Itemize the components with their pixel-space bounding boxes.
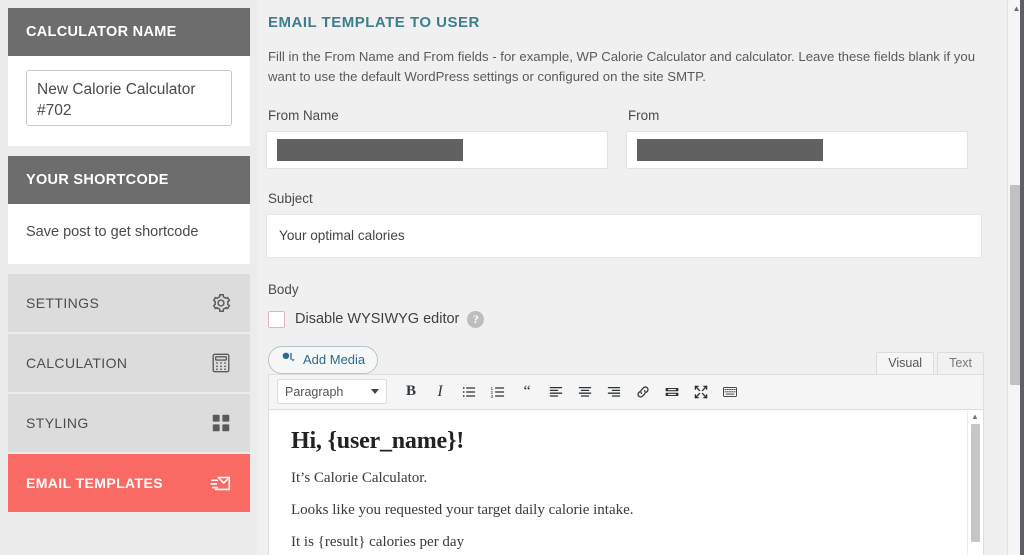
app-root: CALCULATOR NAME YOUR SHORTCODE Save post… [0, 0, 1024, 555]
editor-toolbar: Paragraph B I 1 2 3 “ [268, 373, 984, 410]
from-field-group: From [626, 108, 968, 169]
calculator-name-body [8, 56, 250, 146]
editor-scrollbar-thumb[interactable] [970, 423, 980, 542]
from-label: From [628, 107, 660, 123]
sidebar: CALCULATOR NAME YOUR SHORTCODE Save post… [0, 0, 258, 555]
subject-label: Subject [268, 190, 313, 206]
body-label: Body [268, 281, 299, 297]
sidebar-item-styling[interactable]: STYLING [8, 394, 250, 452]
editor-paragraph: It’s Calorie Calculator. [291, 469, 428, 486]
disable-wysiwyg-row: Disable WYSIWYG editor ? [268, 310, 998, 328]
editor-heading: Hi, {user_name}! [291, 427, 465, 454]
envelope-icon [210, 472, 232, 494]
editor-content-area[interactable]: Hi, {user_name}! It’s Calorie Calculator… [268, 409, 984, 555]
read-more-icon[interactable] [659, 379, 685, 405]
media-icon [281, 351, 296, 369]
toolbar-toggle-icon[interactable] [717, 379, 743, 405]
editor-paragraph: It is {result} calories per day [291, 534, 465, 551]
from-name-input[interactable] [266, 130, 608, 169]
grid-icon [210, 412, 232, 434]
svg-text:3: 3 [490, 394, 493, 400]
subject-input-value: Your optimal calories [279, 228, 405, 244]
gear-icon [210, 292, 232, 314]
sidebar-item-settings[interactable]: SETTINGS [8, 274, 250, 332]
bold-icon[interactable]: B [398, 379, 424, 405]
numbered-list-icon[interactable]: 1 2 3 [485, 379, 511, 405]
calculator-name-panel: CALCULATOR NAME [8, 8, 250, 146]
from-redaction [637, 138, 823, 161]
from-name-redaction [277, 138, 463, 161]
blockquote-icon[interactable]: “ [514, 379, 540, 405]
sidebar-item-email-templates[interactable]: EMAIL TEMPLATES [8, 454, 250, 512]
sidebar-item-settings-label: SETTINGS [26, 295, 100, 311]
tab-text[interactable]: Text [937, 351, 984, 374]
align-right-icon[interactable] [601, 379, 627, 405]
wysiwyg-editor: Add Media Visual Text Paragraph B I 1 2 … [268, 344, 984, 555]
shortcode-panel: YOUR SHORTCODE Save post to get shortcod… [8, 156, 250, 264]
calculator-name-input[interactable] [26, 70, 232, 126]
sidebar-item-email-templates-label: EMAIL TEMPLATES [26, 475, 163, 491]
link-icon[interactable] [630, 379, 656, 405]
tab-visual[interactable]: Visual [876, 351, 935, 374]
sidebar-item-calculation[interactable]: CALCULATION [8, 334, 250, 392]
help-icon[interactable]: ? [467, 310, 485, 328]
editor-mode-tabs: Visual Text [876, 351, 984, 374]
bulleted-list-icon[interactable] [456, 379, 482, 405]
sidebar-item-calculation-label: CALCULATION [26, 355, 128, 371]
disable-wysiwyg-label: Disable WYSIWYG editor [295, 311, 460, 328]
page-description: Fill in the From Name and From fields - … [268, 49, 976, 85]
from-fields-row: From Name From [266, 108, 998, 169]
editor-paragraph: Looks like you requested your target dai… [291, 502, 634, 519]
sidebar-item-styling-label: STYLING [26, 415, 89, 431]
from-input[interactable] [626, 130, 968, 169]
editor-topbar: Add Media Visual Text [268, 344, 984, 374]
editor-scrollbar[interactable]: ▲ [967, 410, 982, 555]
calculator-name-title: CALCULATOR NAME [8, 8, 250, 56]
shortcode-title: YOUR SHORTCODE [8, 156, 250, 204]
page-title: EMAIL TEMPLATE TO USER [268, 14, 480, 31]
fullscreen-icon[interactable] [688, 379, 714, 405]
subject-input[interactable]: Your optimal calories [266, 213, 982, 258]
italic-icon[interactable]: I [427, 379, 453, 405]
calculator-icon [210, 352, 232, 374]
format-select[interactable]: Paragraph [277, 379, 387, 405]
from-name-field-group: From Name [266, 108, 608, 169]
subject-field-group: Subject Your optimal calories [266, 191, 998, 258]
shortcode-message: Save post to get shortcode [8, 204, 250, 264]
from-name-label: From Name [268, 107, 339, 123]
align-center-icon[interactable] [572, 379, 598, 405]
add-media-label: Add Media [303, 352, 366, 368]
add-media-button[interactable]: Add Media [268, 345, 379, 374]
sidebar-nav: SETTINGS CALCULATION STYLING EMAIL TEMPL… [8, 274, 250, 512]
align-left-icon[interactable] [543, 379, 569, 405]
format-select-value: Paragraph [285, 384, 344, 399]
editor-scrollbar-up-arrow[interactable]: ▲ [968, 411, 982, 423]
disable-wysiwyg-checkbox[interactable] [268, 310, 285, 328]
chevron-down-icon [371, 389, 379, 395]
main-content: EMAIL TEMPLATE TO USER Fill in the From … [258, 0, 1024, 555]
window-right-edge [1020, 0, 1024, 555]
